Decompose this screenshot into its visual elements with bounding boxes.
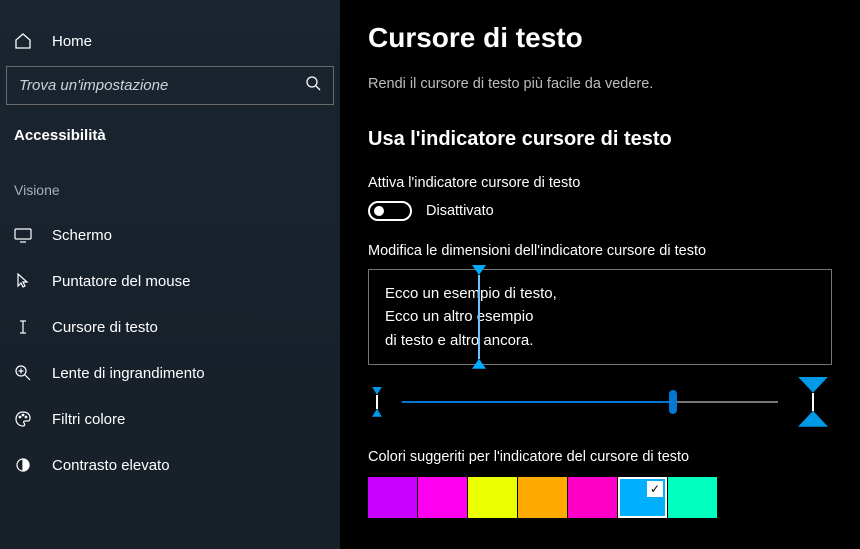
slider-max-icon [798, 377, 828, 427]
sidebar-item-label: Filtri colore [52, 411, 125, 428]
section-title: Usa l'indicatore cursore di testo [368, 128, 832, 151]
pointer-icon [14, 272, 32, 290]
sidebar-item-label: Lente di ingrandimento [52, 365, 205, 382]
size-slider[interactable] [402, 401, 778, 403]
preview-box: Ecco un esempio di testo, Ecco un altro … [368, 269, 832, 365]
home-label: Home [52, 33, 92, 50]
sidebar-item-text-cursor[interactable]: Cursore di testo [0, 304, 340, 350]
home-nav[interactable]: Home [0, 0, 340, 66]
slider-fill [402, 401, 673, 403]
slider-thumb[interactable] [669, 390, 677, 414]
group-title: Visione [0, 172, 340, 212]
caret-indicator-top [472, 265, 486, 275]
palette-icon [14, 410, 32, 428]
page-title: Cursore di testo [368, 22, 832, 54]
sidebar-item-color-filters[interactable]: Filtri colore [0, 396, 340, 442]
sidebar-item-label: Contrasto elevato [52, 457, 170, 474]
color-swatches: ✓ [368, 477, 832, 518]
indicator-toggle[interactable] [368, 201, 412, 221]
toggle-label: Attiva l'indicatore cursore di testo [368, 175, 832, 191]
sidebar-item-label: Schermo [52, 227, 112, 244]
display-icon [14, 226, 32, 244]
preview-line: di testo e altro ancora. [385, 329, 815, 352]
search-input[interactable] [19, 77, 305, 94]
color-swatch[interactable] [568, 477, 617, 518]
toggle-knob [374, 206, 384, 216]
sidebar-item-label: Cursore di testo [52, 319, 158, 336]
search-box[interactable] [6, 66, 334, 105]
caret-indicator-bottom [472, 359, 486, 369]
color-swatch[interactable] [518, 477, 567, 518]
slider-min-icon [372, 387, 382, 417]
color-swatch[interactable] [418, 477, 467, 518]
sidebar-item-magnifier[interactable]: Lente di ingrandimento [0, 350, 340, 396]
category-title: Accessibilità [0, 123, 340, 172]
sidebar-item-high-contrast[interactable]: Contrasto elevato [0, 442, 340, 488]
search-icon [305, 75, 321, 96]
preview-line: Ecco un altro esempio [385, 305, 815, 328]
magnifier-icon [14, 364, 32, 382]
color-swatch[interactable] [668, 477, 717, 518]
colors-label: Colori suggeriti per l'indicatore del cu… [368, 449, 832, 465]
home-icon [14, 32, 32, 50]
sidebar-item-label: Puntatore del mouse [52, 273, 190, 290]
color-swatch[interactable] [468, 477, 517, 518]
page-description: Rendi il cursore di testo più facile da … [368, 76, 832, 92]
contrast-icon [14, 456, 32, 474]
color-swatch[interactable] [368, 477, 417, 518]
size-label: Modifica le dimensioni dell'indicatore c… [368, 243, 832, 259]
sidebar-item-mouse-pointer[interactable]: Puntatore del mouse [0, 258, 340, 304]
sidebar-item-display[interactable]: Schermo [0, 212, 340, 258]
caret-indicator-line [478, 275, 480, 359]
text-cursor-icon [14, 318, 32, 336]
preview-line: Ecco un esempio di testo, [385, 282, 815, 305]
check-icon: ✓ [647, 481, 663, 497]
color-swatch[interactable]: ✓ [618, 477, 667, 518]
toggle-state-label: Disattivato [426, 203, 494, 219]
